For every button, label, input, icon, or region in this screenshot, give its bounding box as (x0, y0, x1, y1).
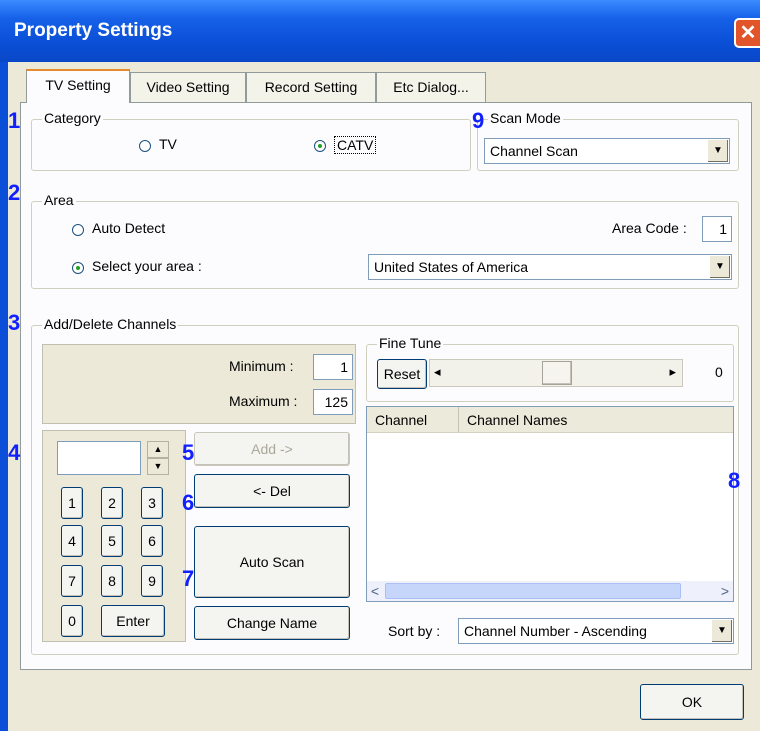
slider-right-arrow-icon[interactable]: ▸ (669, 364, 676, 380)
scan-mode-value: Channel Scan (490, 143, 578, 159)
callout-8: 8 (728, 468, 741, 493)
title-bar[interactable]: Property Settings ✕ (0, 0, 760, 62)
window-title: Property Settings (14, 20, 173, 41)
keypad-enter-button[interactable]: Enter (101, 605, 165, 637)
del-button[interactable]: <- Del (194, 474, 350, 508)
auto-detect-radio[interactable] (72, 224, 84, 236)
scan-mode-legend: Scan Mode (488, 110, 563, 126)
sort-by-label: Sort by : (388, 623, 441, 639)
category-group: Category TV CATV (31, 110, 471, 171)
spin-down-icon[interactable]: ▼ (147, 458, 169, 475)
minimum-label: Minimum : (229, 358, 294, 374)
scrollbar-thumb[interactable] (385, 583, 681, 599)
keypad-8-button[interactable]: 8 (101, 565, 123, 597)
fine-tune-slider[interactable]: ◂ ▸ (429, 359, 683, 387)
callout-7: 7 (182, 566, 195, 591)
slider-left-arrow-icon[interactable]: ◂ (434, 364, 441, 380)
category-legend: Category (42, 110, 103, 126)
callout-3: 3 (8, 310, 21, 335)
fine-tune-group: Fine Tune Reset ◂ ▸ 0 (366, 335, 734, 402)
ok-button[interactable]: OK (640, 684, 744, 720)
property-settings-window: Property Settings ✕ TV Setting Video Set… (0, 0, 760, 731)
tv-radio[interactable] (139, 140, 151, 152)
slider-thumb[interactable] (542, 361, 572, 385)
minimum-field[interactable]: 1 (313, 354, 353, 380)
sort-by-value: Channel Number - Ascending (464, 623, 647, 639)
keypad-1-button[interactable]: 1 (61, 487, 83, 519)
keypad-3-button[interactable]: 3 (141, 487, 163, 519)
maximum-field[interactable]: 125 (313, 389, 353, 415)
add-delete-channels-group: Add/Delete Channels Minimum : 1 Maximum … (31, 316, 739, 655)
callout-9: 9 (472, 108, 485, 133)
close-icon[interactable]: ✕ (734, 18, 760, 48)
channel-list-scrollbar[interactable]: < > (367, 581, 733, 601)
scroll-right-icon[interactable]: > (717, 582, 733, 600)
scroll-left-icon[interactable]: < (367, 582, 383, 600)
select-area-radio[interactable] (72, 262, 84, 274)
auto-scan-button[interactable]: Auto Scan (194, 526, 350, 598)
dialog-body: TV Setting Video Setting Record Setting … (8, 62, 760, 731)
keypad-9-button[interactable]: 9 (141, 565, 163, 597)
area-code-field[interactable]: 1 (702, 216, 732, 242)
range-panel: Minimum : 1 Maximum : 125 (42, 344, 356, 424)
tab-etc-dialog[interactable]: Etc Dialog... (376, 72, 486, 102)
area-group: Area Auto Detect Select your area : Area… (31, 192, 739, 289)
callout-5: 5 (182, 440, 195, 465)
maximum-label: Maximum : (229, 393, 298, 409)
select-area-label[interactable]: Select your area : (92, 258, 202, 274)
chevron-down-icon[interactable]: ▼ (707, 140, 728, 162)
add-button[interactable]: Add -> (194, 432, 350, 466)
catv-radio[interactable] (314, 140, 326, 152)
callout-4: 4 (8, 440, 21, 465)
area-code-label: Area Code : (612, 220, 687, 236)
column-header-channel[interactable]: Channel (367, 407, 459, 433)
tab-panel-tv-setting: Category TV CATV Scan Mode Channel Scan … (20, 102, 752, 670)
channel-number-field[interactable] (57, 441, 141, 475)
tab-record-setting[interactable]: Record Setting (246, 72, 376, 102)
channel-list[interactable]: Channel Channel Names < > (366, 406, 734, 602)
fine-tune-legend: Fine Tune (377, 335, 444, 351)
tab-video-setting[interactable]: Video Setting (130, 72, 246, 102)
chevron-down-icon[interactable]: ▼ (711, 620, 732, 642)
scan-mode-group: Scan Mode Channel Scan ▼ (477, 110, 739, 171)
reset-button[interactable]: Reset (377, 359, 427, 389)
scan-mode-select[interactable]: Channel Scan ▼ (484, 138, 730, 164)
sort-by-select[interactable]: Channel Number - Ascending ▼ (458, 618, 734, 644)
keypad-panel: ▲ ▼ 1 2 3 4 5 6 7 8 9 0 Enter (42, 430, 186, 642)
keypad-0-button[interactable]: 0 (61, 605, 83, 637)
area-value: United States of America (374, 259, 529, 275)
keypad-7-button[interactable]: 7 (61, 565, 83, 597)
callout-1: 1 (8, 108, 21, 133)
column-header-channel-names[interactable]: Channel Names (459, 407, 733, 433)
keypad-5-button[interactable]: 5 (101, 525, 123, 557)
callout-6: 6 (182, 490, 195, 515)
chevron-down-icon[interactable]: ▼ (709, 256, 730, 278)
tab-tv-setting[interactable]: TV Setting (26, 69, 130, 103)
catv-label[interactable]: CATV (334, 136, 377, 154)
add-delete-channels-legend: Add/Delete Channels (42, 316, 179, 332)
tv-label[interactable]: TV (159, 136, 177, 152)
auto-detect-label[interactable]: Auto Detect (92, 220, 165, 236)
keypad-4-button[interactable]: 4 (61, 525, 83, 557)
area-legend: Area (42, 192, 76, 208)
keypad-6-button[interactable]: 6 (141, 525, 163, 557)
channel-stepper[interactable]: ▲ ▼ (147, 441, 169, 475)
fine-tune-value: 0 (715, 364, 723, 380)
callout-2: 2 (8, 180, 21, 205)
keypad-2-button[interactable]: 2 (101, 487, 123, 519)
spin-up-icon[interactable]: ▲ (147, 441, 169, 458)
area-select[interactable]: United States of America ▼ (368, 254, 732, 280)
change-name-button[interactable]: Change Name (194, 606, 350, 640)
